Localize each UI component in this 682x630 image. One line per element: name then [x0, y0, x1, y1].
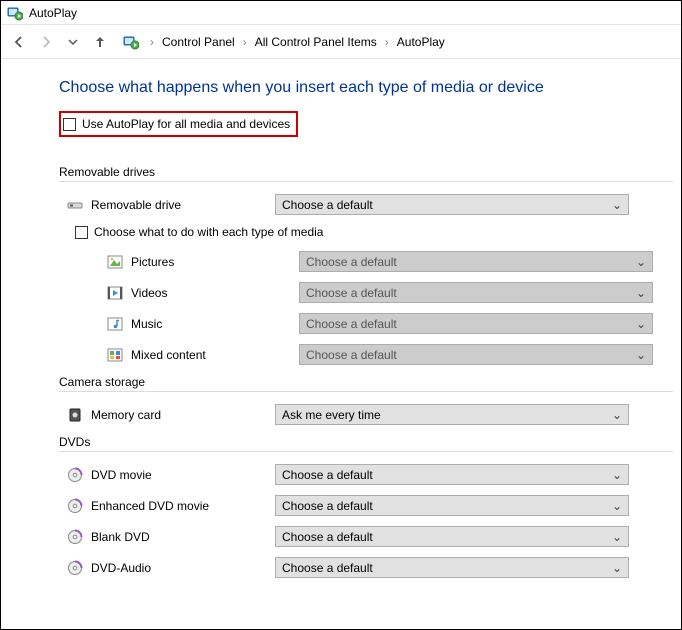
dropdown-value: Ask me every time [282, 408, 381, 422]
chevron-down-icon: ⌄ [612, 408, 622, 422]
row-choose-type: Choose what to do with each type of medi… [75, 225, 673, 239]
mixed-dropdown[interactable]: Choose a default ⌄ [299, 344, 653, 365]
divider [59, 451, 673, 452]
forward-button[interactable] [34, 30, 58, 54]
pictures-icon [107, 254, 123, 270]
dropdown-value: Choose a default [282, 530, 373, 544]
divider [59, 391, 673, 392]
dropdown-value: Choose a default [306, 286, 397, 300]
row-pictures: Pictures Choose a default ⌄ [59, 251, 673, 272]
section-title-dvds: DVDs [59, 435, 673, 449]
dropdown-value: Choose a default [306, 348, 397, 362]
chevron-right-icon[interactable]: › [239, 35, 251, 49]
chevron-down-icon: ⌄ [612, 499, 622, 513]
dropdown-value: Choose a default [282, 198, 373, 212]
music-icon [107, 316, 123, 332]
blankdvd-label: Blank DVD [91, 530, 275, 544]
removable-drive-dropdown[interactable]: Choose a default ⌄ [275, 194, 629, 215]
window-title: AutoPlay [29, 6, 77, 20]
removable-drive-icon [67, 197, 83, 213]
chevron-down-icon: ⌄ [612, 198, 622, 212]
dvdmovie-dropdown[interactable]: Choose a default ⌄ [275, 464, 629, 485]
row-enhdvd: Enhanced DVD movie Choose a default ⌄ [59, 495, 673, 516]
disc-icon [67, 560, 83, 576]
master-autoplay-checkbox[interactable] [63, 118, 76, 131]
divider [59, 181, 673, 182]
disc-icon [67, 529, 83, 545]
row-removable-drive: Removable drive Choose a default ⌄ [59, 194, 673, 215]
chevron-down-icon: ⌄ [636, 286, 646, 300]
page-heading: Choose what happens when you insert each… [59, 79, 673, 97]
dvdmovie-label: DVD movie [91, 468, 275, 482]
blankdvd-dropdown[interactable]: Choose a default ⌄ [275, 526, 629, 547]
titlebar: AutoPlay [1, 1, 681, 25]
row-videos: Videos Choose a default ⌄ [59, 282, 673, 303]
videos-dropdown[interactable]: Choose a default ⌄ [299, 282, 653, 303]
recent-dropdown-button[interactable] [61, 30, 85, 54]
up-button[interactable] [88, 30, 112, 54]
breadcrumb-autoplay[interactable]: AutoPlay [395, 33, 447, 51]
disc-icon [67, 498, 83, 514]
choose-type-label: Choose what to do with each type of medi… [94, 225, 323, 239]
memory-card-dropdown[interactable]: Ask me every time ⌄ [275, 404, 629, 425]
disc-icon [67, 467, 83, 483]
chevron-down-icon: ⌄ [636, 348, 646, 362]
dvdaudio-dropdown[interactable]: Choose a default ⌄ [275, 557, 629, 578]
removable-drive-label: Removable drive [91, 198, 275, 212]
chevron-right-icon[interactable]: › [381, 35, 393, 49]
breadcrumb-all-items[interactable]: All Control Panel Items [253, 33, 379, 51]
dropdown-value: Choose a default [306, 255, 397, 269]
row-dvdmovie: DVD movie Choose a default ⌄ [59, 464, 673, 485]
row-memory-card: Memory card Ask me every time ⌄ [59, 404, 673, 425]
enhdvd-dropdown[interactable]: Choose a default ⌄ [275, 495, 629, 516]
row-blankdvd: Blank DVD Choose a default ⌄ [59, 526, 673, 547]
breadcrumb: › Control Panel › All Control Panel Item… [146, 33, 447, 51]
music-label: Music [131, 317, 299, 331]
dropdown-value: Choose a default [282, 499, 373, 513]
chevron-down-icon: ⌄ [636, 255, 646, 269]
dropdown-value: Choose a default [282, 561, 373, 575]
mixed-label: Mixed content [131, 348, 299, 362]
autoplay-addr-icon [123, 34, 139, 50]
breadcrumb-control-panel[interactable]: Control Panel [160, 33, 237, 51]
memory-card-label: Memory card [91, 408, 275, 422]
row-mixed: Mixed content Choose a default ⌄ [59, 344, 673, 365]
music-dropdown[interactable]: Choose a default ⌄ [299, 313, 653, 334]
memory-card-icon [67, 407, 83, 423]
chevron-down-icon: ⌄ [612, 530, 622, 544]
videos-icon [107, 285, 123, 301]
dropdown-value: Choose a default [306, 317, 397, 331]
pictures-dropdown[interactable]: Choose a default ⌄ [299, 251, 653, 272]
address-bar: › Control Panel › All Control Panel Item… [1, 25, 681, 59]
master-autoplay-label: Use AutoPlay for all media and devices [82, 117, 290, 131]
autoplay-icon [7, 5, 23, 21]
enhdvd-label: Enhanced DVD movie [91, 499, 275, 513]
chevron-down-icon: ⌄ [612, 561, 622, 575]
chevron-down-icon: ⌄ [612, 468, 622, 482]
chevron-down-icon: ⌄ [636, 317, 646, 331]
dvdaudio-label: DVD-Audio [91, 561, 275, 575]
mixed-icon [107, 347, 123, 363]
master-autoplay-checkbox-highlight: Use AutoPlay for all media and devices [59, 111, 298, 137]
chevron-right-icon[interactable]: › [146, 35, 158, 49]
pictures-label: Pictures [131, 255, 299, 269]
section-title-removable: Removable drives [59, 165, 673, 179]
choose-type-checkbox[interactable] [75, 226, 88, 239]
content-area: Choose what happens when you insert each… [1, 59, 681, 598]
row-dvdaudio: DVD-Audio Choose a default ⌄ [59, 557, 673, 578]
videos-label: Videos [131, 286, 299, 300]
section-title-camera: Camera storage [59, 375, 673, 389]
back-button[interactable] [7, 30, 31, 54]
dropdown-value: Choose a default [282, 468, 373, 482]
row-music: Music Choose a default ⌄ [59, 313, 673, 334]
